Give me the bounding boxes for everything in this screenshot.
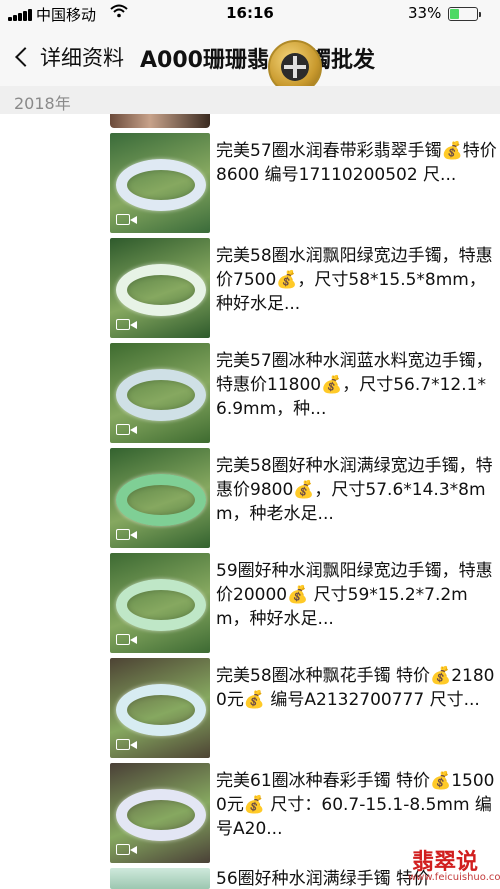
watermark: 翡翠说 www.feicuishuo.com xyxy=(408,838,500,889)
thumbnail[interactable] xyxy=(110,658,210,758)
post-text: 59圈好种水润飘阳绿宽边手镯，特惠价20000💰 尺寸59*15.2*7.2mm… xyxy=(216,561,493,629)
list-item[interactable]: 完美58圈水润飘阳绿宽边手镯，特惠价7500💰，尺寸58*15.5*8mm，种好… xyxy=(110,238,500,338)
post-text: 完美58圈水润飘阳绿宽边手镯，特惠价7500💰，尺寸58*15.5*8mm，种好… xyxy=(216,246,493,314)
post-list: 完美57圈水润春带彩翡翠手镯💰特价8600 编号17110200502 尺...… xyxy=(0,114,500,889)
post-text: 完美58圈好种水润满绿宽边手镯，特惠价9800💰，尺寸57.6*14.3*8mm… xyxy=(216,456,493,524)
thumbnail[interactable] xyxy=(110,553,210,653)
bangle-image xyxy=(116,159,206,211)
page-title-head: A000珊珊翡 xyxy=(140,48,269,73)
thumbnail[interactable] xyxy=(110,343,210,443)
video-icon xyxy=(116,318,140,332)
year-label: 2018年 xyxy=(14,94,71,113)
top-bar: 中国移动 16:16 33% 详细资料 A000珊珊翡 镯批发 2018年 xyxy=(0,0,500,114)
post-text: 完美58圈冰种飘花手镯 特价💰21800元💰 编号A2132700777 尺寸.… xyxy=(216,666,495,710)
video-icon xyxy=(116,213,140,227)
bangle-image xyxy=(116,579,206,631)
post-text: 完美57圈冰种水润蓝水料宽边手镯，特惠价11800💰，尺寸56.7*12.1*6… xyxy=(216,351,493,419)
bangle-image xyxy=(116,789,206,841)
chevron-left-icon xyxy=(15,47,35,67)
status-bar: 中国移动 16:16 33% xyxy=(0,0,500,28)
list-item[interactable]: 59圈好种水润飘阳绿宽边手镯，特惠价20000💰 尺寸59*15.2*7.2mm… xyxy=(110,553,500,653)
bangle-image xyxy=(116,474,206,526)
video-icon xyxy=(116,633,140,647)
thumbnail[interactable] xyxy=(110,763,210,863)
list-item[interactable]: 完美57圈水润春带彩翡翠手镯💰特价8600 编号17110200502 尺... xyxy=(110,133,500,233)
post-text: 完美57圈水润春带彩翡翠手镯💰特价8600 编号17110200502 尺... xyxy=(216,141,497,185)
back-button[interactable]: 详细资料 xyxy=(12,42,124,72)
bangle-image xyxy=(116,684,206,736)
partial-thumbnail[interactable] xyxy=(110,114,210,128)
watermark-domain: www.feicuishuo.com xyxy=(408,872,500,883)
nav-bar: 详细资料 A000珊珊翡 镯批发 xyxy=(0,28,500,94)
year-header: 2018年 xyxy=(0,86,500,114)
page-title: A000珊珊翡 镯批发 xyxy=(140,42,375,74)
video-icon xyxy=(116,738,140,752)
battery-icon xyxy=(448,7,481,21)
video-icon xyxy=(116,528,140,542)
video-icon xyxy=(116,843,140,857)
post-text: 完美61圈冰种春彩手镯 特价💰15000元💰 尺寸：60.7-15.1-8.5m… xyxy=(216,771,495,839)
video-icon xyxy=(116,423,140,437)
thumbnail[interactable] xyxy=(110,868,210,889)
list-item[interactable]: 完美58圈好种水润满绿宽边手镯，特惠价9800💰，尺寸57.6*14.3*8mm… xyxy=(110,448,500,548)
list-item[interactable]: 完美57圈冰种水润蓝水料宽边手镯，特惠价11800💰，尺寸56.7*12.1*6… xyxy=(110,343,500,443)
back-label: 详细资料 xyxy=(40,46,124,70)
bangle-image xyxy=(116,369,206,421)
thumbnail[interactable] xyxy=(110,448,210,548)
bangle-image xyxy=(116,264,206,316)
battery-percent: 33% xyxy=(408,4,442,22)
thumbnail[interactable] xyxy=(110,238,210,338)
thumbnail[interactable] xyxy=(110,133,210,233)
list-item[interactable]: 完美58圈冰种飘花手镯 特价💰21800元💰 编号A2132700777 尺寸.… xyxy=(110,658,500,758)
